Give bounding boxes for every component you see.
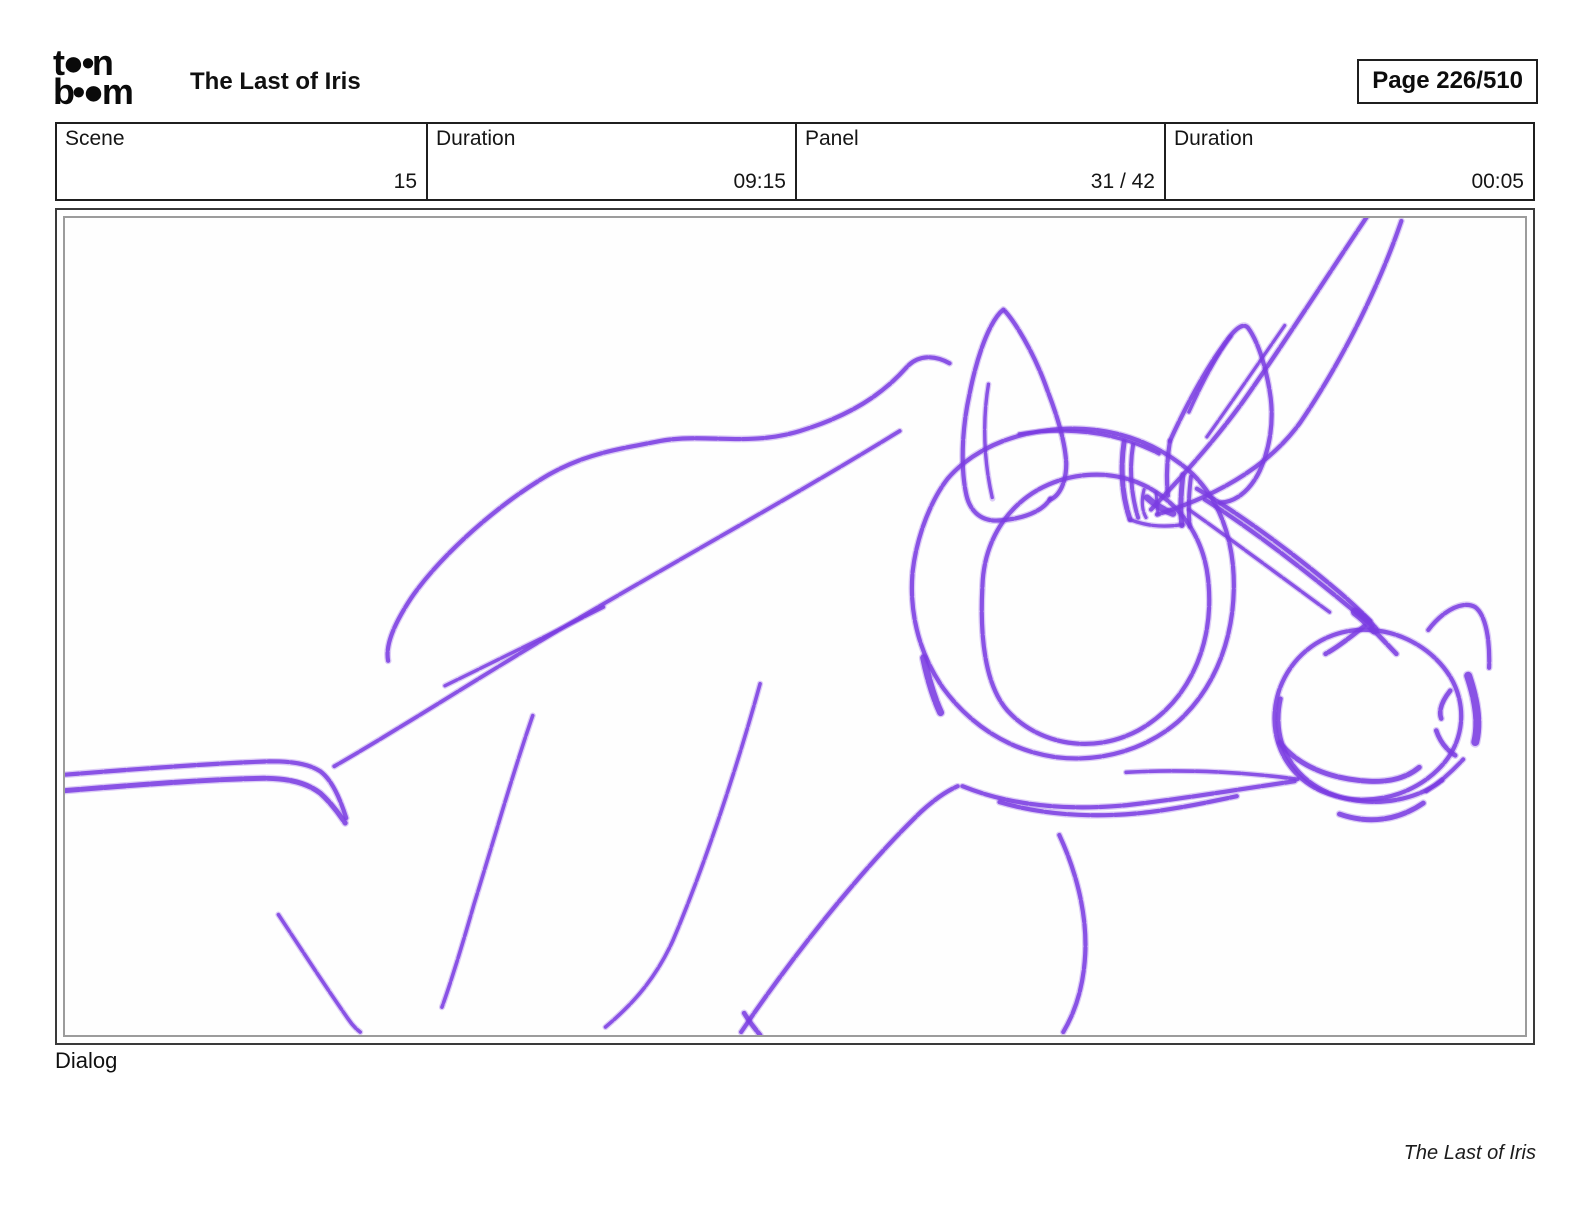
- storyboard-panel-frame: [55, 208, 1535, 1045]
- sketch-stroke-head-top-restroke: [1016, 428, 1162, 457]
- info-cell-panel-duration: Duration 00:05: [1164, 124, 1533, 199]
- sketch-stroke-leg-sweep-2: [602, 680, 764, 1031]
- sketch-stroke-chest-2: [65, 775, 348, 826]
- sketch-stroke-leg-sweep-2: [603, 681, 762, 1029]
- info-label: Duration: [1174, 127, 1254, 150]
- info-cell-panel: Panel 31 / 42: [795, 124, 1164, 199]
- info-label: Scene: [65, 127, 125, 150]
- sketch-stroke-mane-top: [385, 355, 952, 663]
- info-value: 31 / 42: [1090, 170, 1155, 193]
- info-label: Panel: [805, 127, 859, 150]
- sketch-stroke-jaw-line: [737, 782, 961, 1035]
- storyboard-panel-inner-frame: [63, 216, 1527, 1037]
- info-value: 00:05: [1471, 170, 1524, 193]
- panel-info-table: Scene 15 Duration 09:15 Panel 31 / 42 Du…: [55, 122, 1535, 201]
- sketch-stroke-ear-left-right: [1002, 308, 1070, 504]
- footer-project-title: The Last of Iris: [1403, 1142, 1536, 1164]
- dialog-label: Dialog: [55, 1048, 118, 1073]
- sketch-stroke-neck-double: [443, 605, 606, 688]
- toonboom-logo: t●•n b•●m: [53, 45, 134, 112]
- sketch-stroke-jaw-line: [739, 784, 960, 1035]
- page-number-badge: Page 226/510: [1357, 59, 1538, 104]
- info-cell-scene-duration: Duration 09:15: [426, 124, 795, 199]
- project-title: The Last of Iris: [190, 68, 361, 95]
- sketch-stroke-ear-left-right: [1003, 309, 1069, 502]
- info-value: 15: [393, 170, 417, 193]
- info-cell-scene: Scene 15: [57, 124, 426, 199]
- toonboom-logo-line2: b•●m: [53, 71, 134, 112]
- sketch-stroke-chin-swoosh: [1337, 800, 1426, 823]
- info-value: 09:15: [733, 170, 786, 193]
- sketch-stroke-leg-sweep-1: [440, 713, 535, 1009]
- unicorn-sketch-svg: [65, 218, 1493, 1035]
- info-label: Duration: [436, 127, 516, 150]
- sketch-stroke-neck-front: [1057, 832, 1088, 1035]
